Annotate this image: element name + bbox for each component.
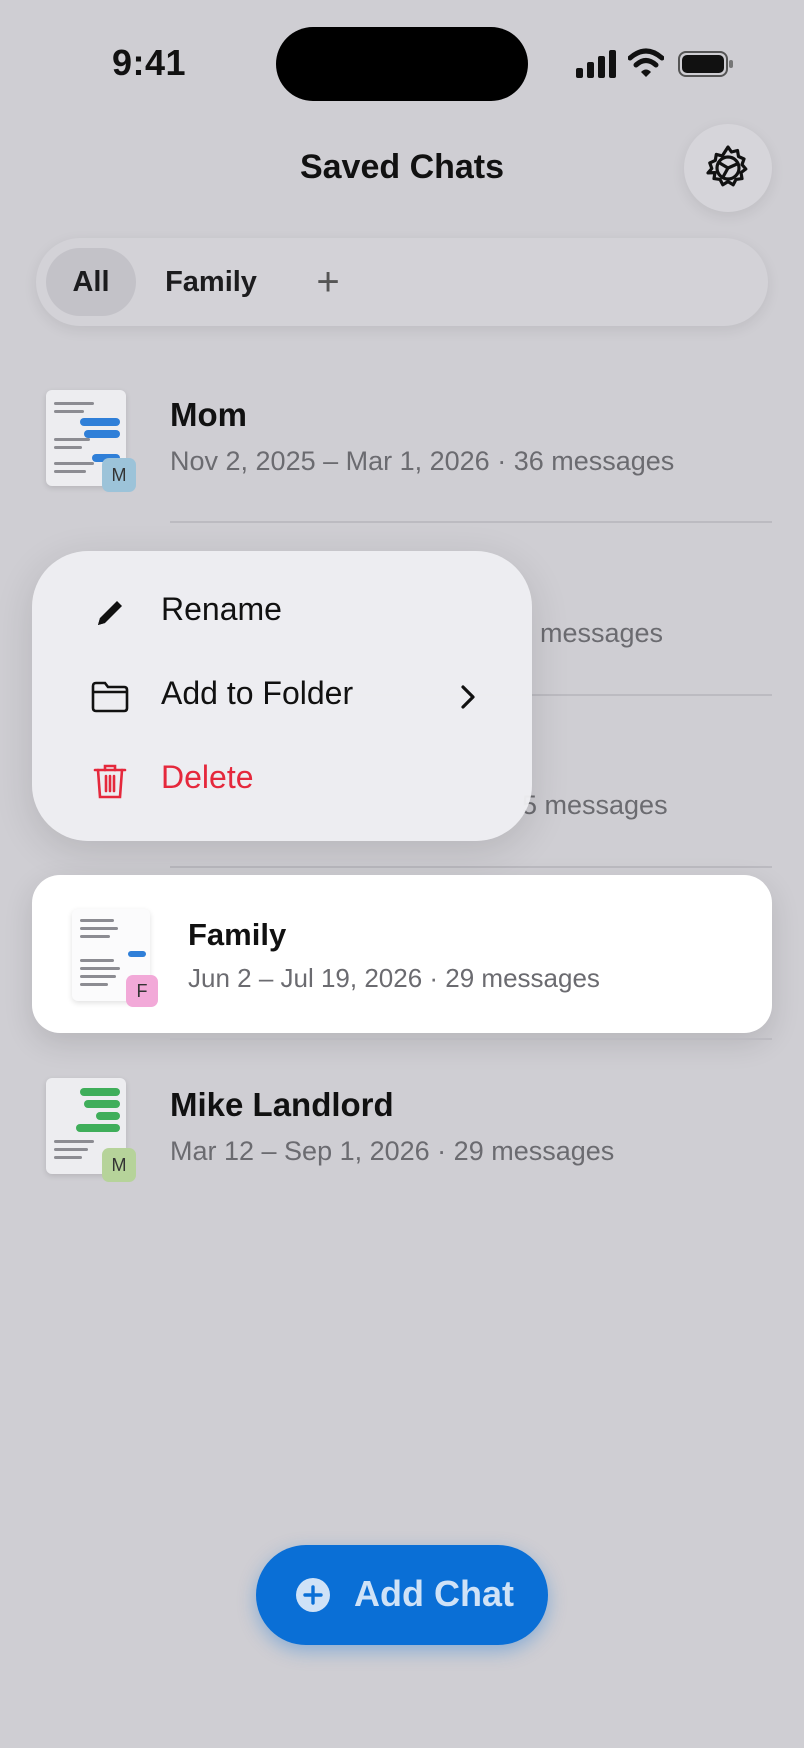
add-chat-label: Add Chat [354,1573,514,1614]
tab-family[interactable]: Family [156,248,266,316]
folder-tab-bar: All Family + [36,238,768,326]
menu-item-add-to-folder[interactable]: Add to Folder [32,657,532,737]
menu-item-rename[interactable]: Rename [32,573,532,653]
dynamic-island [276,27,528,101]
menu-item-label: Add to Folder [161,675,354,711]
chat-badge: F [126,975,158,1007]
settings-button[interactable] [684,124,772,212]
menu-item-label: Delete [161,759,254,795]
trash-icon [93,764,127,799]
cellular-signal-icon [576,50,616,78]
chat-row-mike-landlord[interactable]: M Mike Landlord Mar 12 – Sep 1, 2026 · 2… [0,1068,804,1240]
folder-icon [91,681,129,713]
chat-meta: Nov 2, 2025 – Mar 1, 2026 · 36 messages [170,446,675,476]
add-folder-button[interactable]: + [298,248,358,316]
gear-icon [706,145,748,187]
chat-name: Mike Landlord [170,1086,394,1123]
status-time: 9:41 [112,42,187,83]
wifi-icon [628,48,664,77]
divider [170,1038,772,1040]
chat-meta: Jun 2 – Jul 19, 2026 · 29 messages [188,963,600,993]
context-menu: Rename Add to Folder Delete [32,551,532,841]
chat-badge: M [102,1148,136,1182]
pencil-icon [98,601,122,625]
chat-name: Mom [170,396,247,433]
chat-row-family-selected[interactable]: F Family Jun 2 – Jul 19, 2026 · 29 messa… [32,875,772,1033]
chat-meta: messages [540,618,664,648]
chat-meta: 5 messages [522,790,668,820]
divider [170,521,772,523]
chevron-right-icon [461,685,475,709]
divider [170,866,772,868]
menu-item-label: Rename [161,591,282,627]
chat-name: Family [188,917,287,952]
add-chat-button[interactable]: Add Chat [256,1545,548,1645]
plus-circle-icon [296,1578,330,1612]
chat-meta: Mar 12 – Sep 1, 2026 · 29 messages [170,1136,615,1166]
tab-all[interactable]: All [46,248,136,316]
chat-badge: M [102,458,136,492]
chat-row-mom[interactable]: M Mom Nov 2, 2025 – Mar 1, 2026 · 36 mes… [0,378,804,550]
menu-item-delete[interactable]: Delete [32,741,532,821]
battery-icon [678,51,733,77]
